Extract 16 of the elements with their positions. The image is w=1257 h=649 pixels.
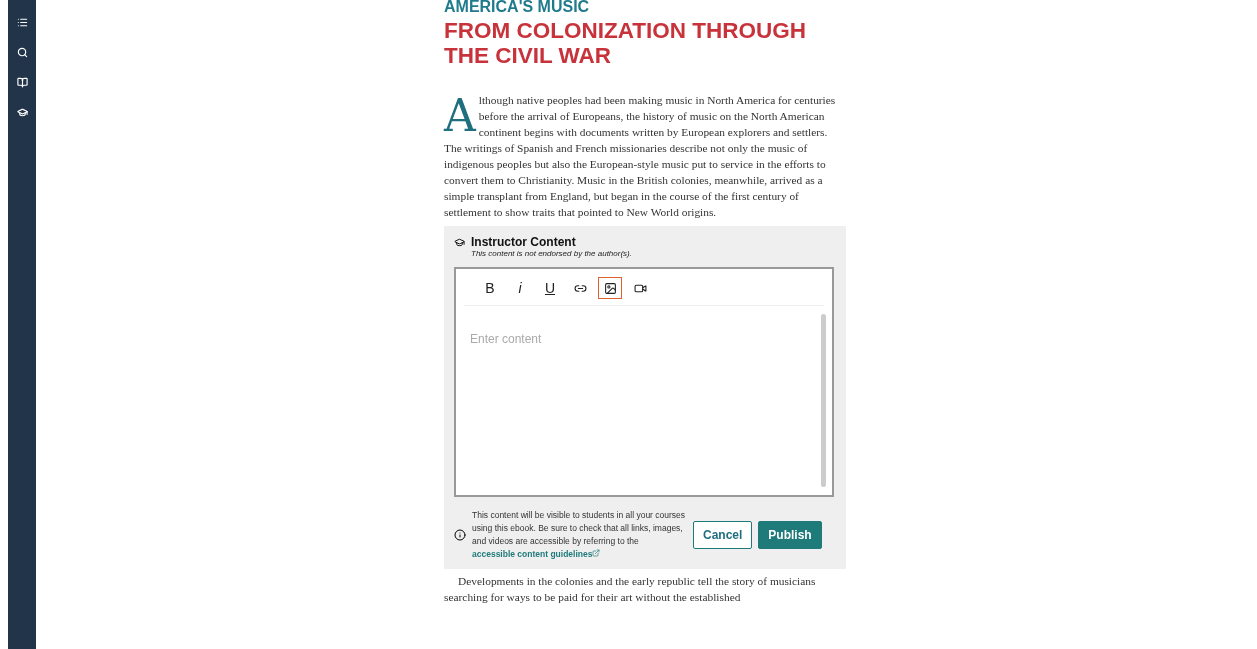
- content-editor[interactable]: B i U Enter content: [454, 267, 834, 497]
- book-title: AMERICA'S MUSIC: [444, 0, 591, 16]
- chapter-title: FROM COLONIZATION THROUGH THE CIVIL WAR: [444, 18, 808, 68]
- image-icon: [603, 281, 617, 295]
- panel-subtitle: This content is not endorsed by the author(s).: [471, 249, 632, 259]
- body-paragraph: Developments in the colonies and the early republic tell the story of musicians searching for ways to be paid for their art without the established: [444, 574, 817, 605]
- info-icon: [454, 529, 466, 541]
- external-link-icon: [592, 549, 601, 557]
- image-button[interactable]: [598, 277, 622, 299]
- publish-button[interactable]: Publish: [758, 521, 822, 549]
- guidelines-link[interactable]: accessible content guidelines: [472, 549, 601, 559]
- cancel-button[interactable]: Cancel: [693, 521, 753, 549]
- panel-title: Instructor Content: [471, 236, 577, 249]
- notice-text: This content will be visible to students in all your courses using this ebook. Be sure to check that all links, images, and videos are accessible by referring to the accessible content guidelines: [472, 509, 687, 561]
- scrollbar[interactable]: [821, 314, 826, 487]
- graduation-cap-icon: [454, 237, 465, 248]
